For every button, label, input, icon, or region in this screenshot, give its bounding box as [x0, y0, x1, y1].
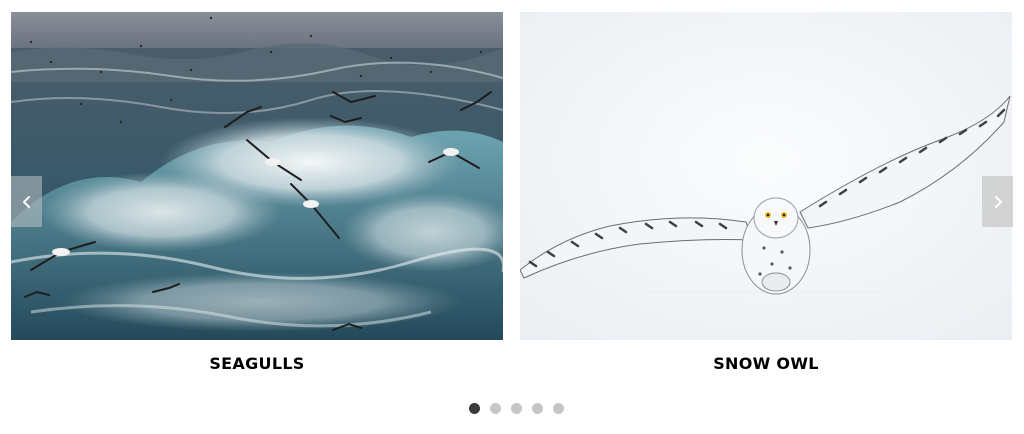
pagination-dot-2[interactable] [489, 403, 501, 414]
image-carousel: SEAGULLS SNOW OWL [0, 0, 1024, 434]
chevron-right-icon [994, 195, 1002, 208]
carousel-prev-button[interactable] [11, 176, 42, 227]
pagination-dot-4[interactable] [531, 403, 543, 414]
pagination-dot-5[interactable] [552, 403, 564, 414]
seagulls-photo [11, 12, 503, 340]
chevron-left-icon [22, 195, 30, 208]
snow-owl-photo [520, 12, 1012, 340]
pagination-dot-3[interactable] [510, 403, 522, 414]
slide-caption: SNOW OWL [713, 354, 819, 373]
carousel-pagination [0, 403, 1024, 414]
carousel-slide[interactable]: SEAGULLS [11, 12, 503, 375]
slide-caption: SEAGULLS [209, 354, 305, 373]
carousel-next-button[interactable] [982, 176, 1013, 227]
carousel-slide[interactable]: SNOW OWL [520, 12, 1012, 375]
pagination-dot-1[interactable] [468, 403, 480, 414]
